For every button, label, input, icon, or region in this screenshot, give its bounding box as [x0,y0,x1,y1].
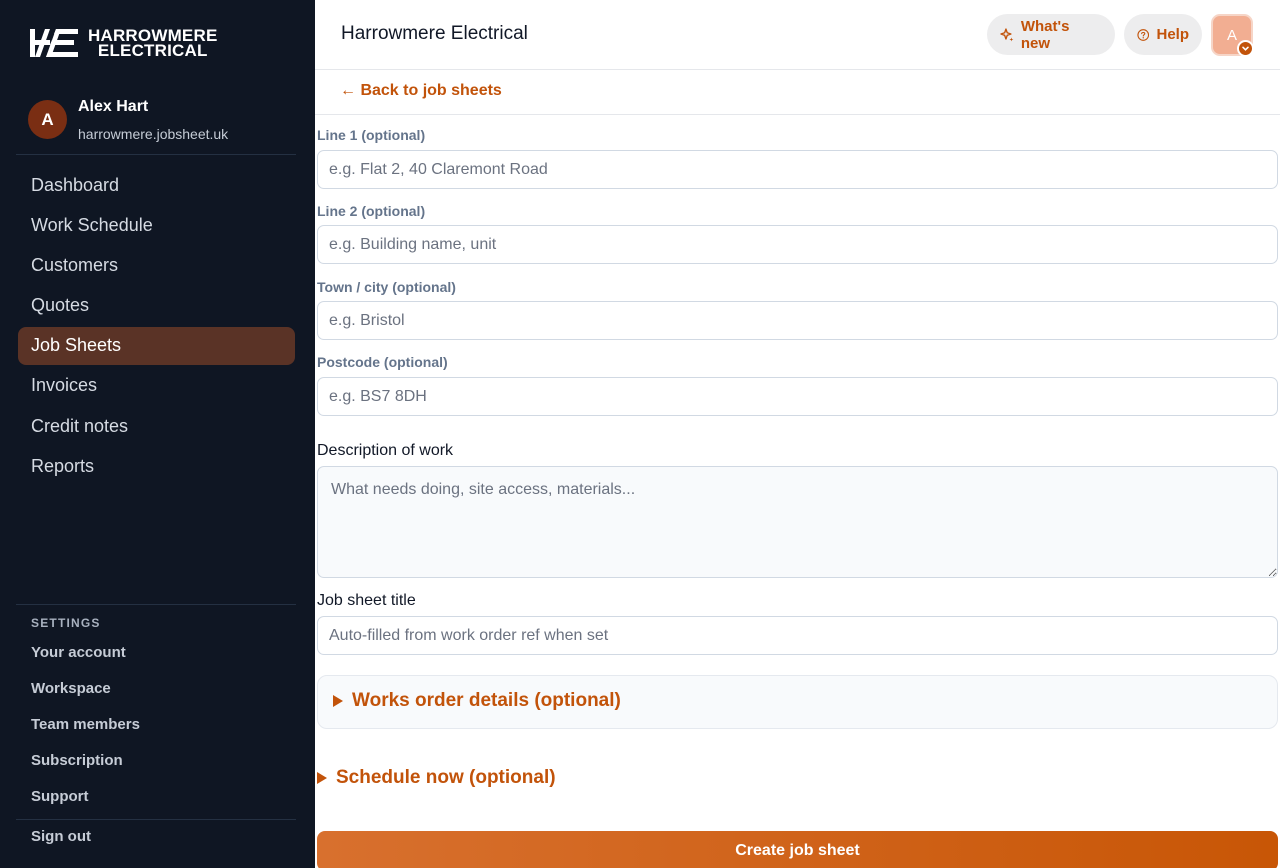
settings-heading: SETTINGS [31,616,101,630]
sidebar-divider [16,604,296,605]
nav-item-credit-notes[interactable]: Credit notes [18,407,295,445]
brand-logo[interactable]: HARROWMERE ELECTRICAL [30,27,218,59]
sidebar-divider [16,154,296,155]
settings-item-subscription[interactable]: Subscription [31,742,140,778]
header-avatar-initial: A [1226,26,1237,44]
chevron-down-icon [1237,40,1254,57]
sidebar-divider [16,819,296,820]
address-line1-input[interactable] [317,150,1278,189]
postcode-input[interactable] [317,377,1278,416]
help-label: Help [1156,26,1189,43]
sparkle-icon [1000,27,1014,41]
nav-item-work-schedule[interactable]: Work Schedule [18,206,295,244]
top-header: Harrowmere Electrical What's new Help A [315,0,1280,70]
user-site: harrowmere.jobsheet.uk [78,126,229,142]
nav-item-job-sheets[interactable]: Job Sheets [18,326,295,365]
sign-out-link[interactable]: Sign out [31,828,91,845]
user-profile[interactable]: A Alex Hart harrowmere.jobsheet.uk [28,97,228,142]
user-name: Alex Hart [78,98,149,115]
job-sheet-title-label: Job sheet title [317,592,416,609]
back-to-job-sheets-link[interactable]: ← Back to job sheets [340,82,502,100]
schedule-now-label: Schedule now (optional) [336,767,556,788]
page-title: Harrowmere Electrical [341,23,528,44]
whats-new-label: What's new [1020,17,1070,52]
nav-item-reports[interactable]: Reports [18,447,295,485]
description-label: Description of work [317,442,454,459]
nav-item-customers[interactable]: Customers [18,246,295,284]
back-bar: ← Back to job sheets [315,70,1280,115]
nav-item-quotes[interactable]: Quotes [18,287,295,325]
job-sheet-title-input[interactable] [317,616,1278,655]
nav-item-dashboard[interactable]: Dashboard [18,166,295,204]
logo-mark-icon [30,29,78,57]
help-circle-icon [1137,28,1150,41]
triangle-right-icon [333,695,343,707]
town-input[interactable] [317,301,1278,340]
main-nav: Dashboard Work Schedule Customers Quotes… [18,166,295,488]
user-meta: Alex Hart harrowmere.jobsheet.uk [78,97,228,142]
settings-item-team-members[interactable]: Team members [31,707,140,743]
whats-new-button[interactable]: What's new [987,14,1115,55]
logo-wordmark: HARROWMERE ELECTRICAL [88,27,218,60]
avatar: A [28,100,67,139]
settings-item-your-account[interactable]: Your account [31,635,140,671]
postcode-label: Postcode (optional) [317,354,448,370]
description-textarea[interactable] [317,466,1278,578]
schedule-now-toggle[interactable]: Schedule now (optional) [317,767,556,789]
logo-line-2: ELECTRICAL [97,41,208,60]
settings-item-support[interactable]: Support [31,778,140,814]
works-order-details-label: Works order details (optional) [352,690,621,711]
address-line2-input[interactable] [317,225,1278,264]
account-menu-button[interactable]: A [1211,14,1254,57]
town-label: Town / city (optional) [317,279,456,295]
line1-label: Line 1 (optional) [317,127,426,143]
line2-label: Line 2 (optional) [317,203,426,219]
sidebar: HARROWMERE ELECTRICAL A Alex Hart harrow… [0,0,315,868]
create-job-sheet-button[interactable]: Create job sheet [317,831,1278,868]
settings-item-workspace[interactable]: Workspace [31,671,140,707]
settings-nav: Your account Workspace Team members Subs… [31,635,140,814]
works-order-details-toggle[interactable]: Works order details (optional) [333,690,621,712]
nav-item-invoices[interactable]: Invoices [18,367,295,405]
help-button[interactable]: Help [1124,14,1202,55]
triangle-right-icon [317,772,327,784]
